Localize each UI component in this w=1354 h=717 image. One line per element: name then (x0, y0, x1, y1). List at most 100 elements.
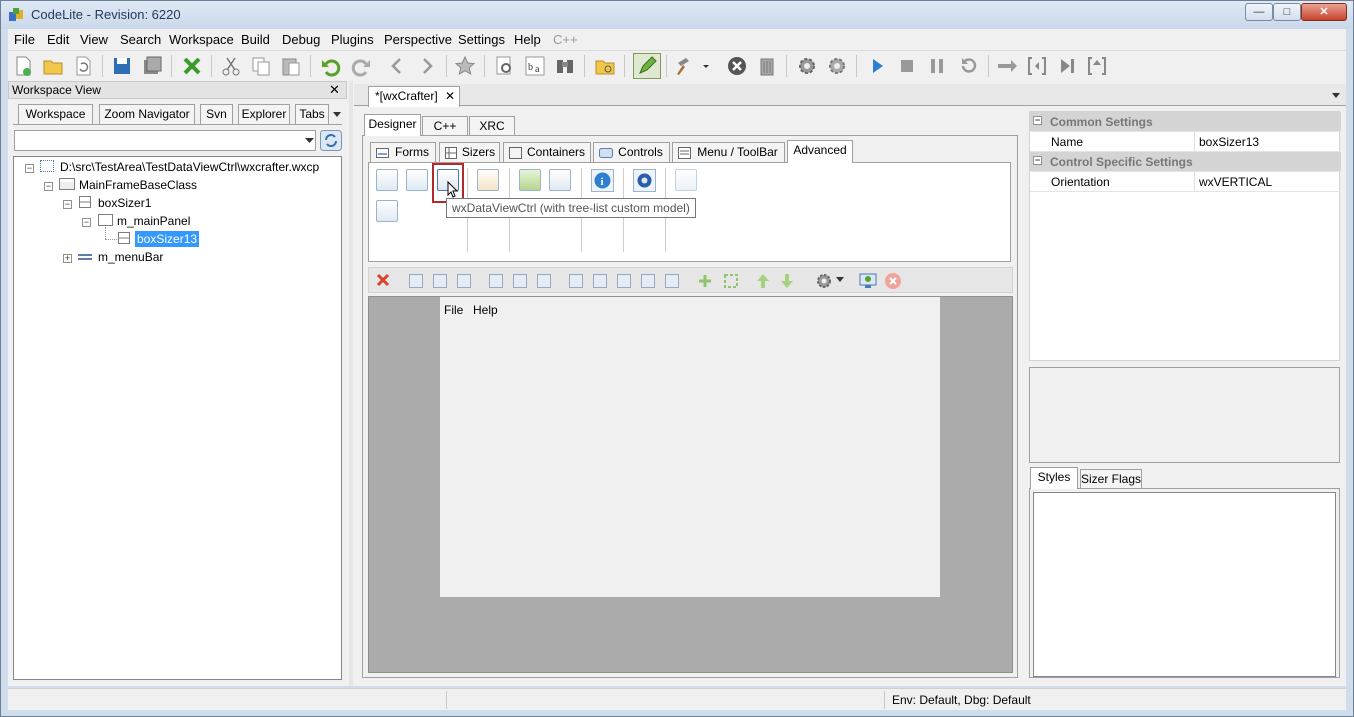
property-grid[interactable]: − Common Settings Name boxSizer13 − Cont… (1029, 111, 1341, 361)
stop-debug-icon[interactable] (896, 55, 918, 77)
tab-sizer-flags[interactable]: Sizer Flags (1080, 469, 1142, 489)
build-hammer-icon[interactable] (674, 55, 696, 77)
category-expander-icon[interactable]: − (1033, 156, 1042, 165)
border-bottom-icon[interactable] (665, 274, 679, 288)
open-folder-icon[interactable] (42, 55, 64, 77)
info-icon[interactable]: i (591, 169, 614, 192)
tree-expander[interactable]: − (82, 218, 91, 227)
palette-tab-controls[interactable]: Controls (593, 142, 670, 162)
workspace-tree[interactable]: − D:\src\TestArea\TestDataViewCtrl\wxcra… (13, 156, 342, 680)
find-icon[interactable] (494, 55, 516, 77)
tree-expander[interactable]: − (63, 200, 72, 209)
palette-tab-sizers[interactable]: Sizers (439, 142, 500, 162)
palette-tab-forms[interactable]: Forms (370, 142, 436, 162)
maximize-button[interactable]: □ (1273, 3, 1301, 21)
tab-xrc[interactable]: XRC (469, 116, 515, 136)
property-value[interactable]: boxSizer13 (1199, 135, 1259, 149)
close-file-icon[interactable] (181, 55, 203, 77)
palette-item-icon[interactable] (406, 169, 428, 191)
tab-zoom-navigator[interactable]: Zoom Navigator (99, 104, 195, 124)
splitter[interactable] (349, 81, 353, 686)
save-icon[interactable] (111, 55, 133, 77)
tree-node-boxsizer13-selected[interactable]: boxSizer13 (135, 231, 200, 247)
tree-node-menubar[interactable]: m_menuBar (98, 250, 163, 264)
align-center-icon[interactable] (433, 274, 447, 288)
palette-item-icon[interactable] (376, 169, 398, 191)
close-window-button[interactable]: ✕ (1301, 3, 1347, 21)
undo-icon[interactable] (320, 55, 342, 77)
step-out-icon[interactable] (1086, 55, 1108, 77)
step-over-icon[interactable] (1056, 55, 1078, 77)
find-replace-icon[interactable]: ba (524, 55, 546, 77)
chevron-down-icon[interactable] (700, 55, 712, 77)
tree-node-project[interactable]: D:\src\TestArea\TestDataViewCtrl\wxcraft… (60, 160, 319, 174)
restart-icon[interactable] (958, 55, 980, 77)
tab-explorer[interactable]: Explorer (238, 104, 290, 124)
align-bottom-icon[interactable] (537, 274, 551, 288)
tab-styles[interactable]: Styles (1030, 467, 1078, 489)
new-file-icon[interactable] (12, 55, 34, 77)
tree-expander[interactable]: + (63, 254, 72, 263)
palette-item-icon[interactable] (675, 169, 697, 191)
palette-tab-containers[interactable]: Containers (503, 142, 591, 162)
palette-tab-advanced[interactable]: Advanced (787, 140, 853, 163)
redo-icon[interactable] (350, 55, 372, 77)
close-tab-icon[interactable]: ✕ (445, 87, 455, 106)
back-icon[interactable] (386, 55, 408, 77)
category-expander-icon[interactable]: − (1033, 116, 1042, 125)
menu-workspace[interactable]: Workspace (169, 32, 234, 47)
tabs-dropdown-icon[interactable] (1330, 90, 1342, 100)
clean-bin-icon[interactable] (756, 55, 778, 77)
palette-item-icon[interactable] (519, 169, 541, 191)
tab-tabs[interactable]: Tabs (295, 104, 329, 124)
menu-edit[interactable]: Edit (47, 32, 69, 47)
media-ctrl-icon[interactable] (633, 169, 656, 192)
palette-item-icon[interactable] (376, 200, 398, 222)
delete-red-x-icon[interactable] (375, 272, 391, 288)
align-top-icon[interactable] (489, 274, 503, 288)
move-down-arrow-icon[interactable] (780, 273, 794, 289)
border-right-icon[interactable] (641, 274, 655, 288)
align-right-icon[interactable] (457, 274, 471, 288)
preview-icon[interactable] (859, 272, 877, 290)
stop-build-icon[interactable] (726, 55, 748, 77)
tree-expander[interactable]: − (44, 182, 53, 191)
tabs-dropdown-icon[interactable] (331, 109, 343, 119)
chevron-down-icon[interactable] (836, 277, 844, 283)
form-menu-help[interactable]: Help (473, 303, 498, 317)
menu-search[interactable]: Search (120, 32, 161, 47)
styles-list[interactable] (1033, 492, 1336, 677)
cut-icon[interactable] (220, 55, 242, 77)
menu-view[interactable]: View (80, 32, 108, 47)
open-resource-icon[interactable] (594, 55, 616, 77)
minimize-button[interactable]: — (1245, 3, 1273, 21)
menu-file[interactable]: File (14, 32, 35, 47)
expand-icon[interactable] (697, 273, 713, 289)
stretch-icon[interactable] (723, 273, 739, 289)
align-left-icon[interactable] (409, 274, 423, 288)
palette-item-icon[interactable] (477, 169, 499, 191)
menu-plugins[interactable]: Plugins (331, 32, 374, 47)
property-row[interactable]: Name boxSizer13 (1030, 132, 1341, 152)
settings-gear-icon[interactable] (815, 272, 833, 290)
property-value[interactable]: wxVERTICAL (1199, 175, 1272, 189)
bookmark-star-icon[interactable] (454, 55, 476, 77)
menu-perspective[interactable]: Perspective (384, 32, 452, 47)
palette-tab-menu-toolbar[interactable]: Menu / ToolBar (672, 142, 785, 162)
property-row[interactable]: Orientation wxVERTICAL (1030, 172, 1341, 192)
save-all-icon[interactable] (141, 55, 163, 77)
copy-icon[interactable] (250, 55, 272, 77)
menu-help[interactable]: Help (514, 32, 541, 47)
pause-icon[interactable] (926, 55, 948, 77)
border-all-icon[interactable] (569, 274, 583, 288)
close-panel-icon[interactable]: ✕ (329, 82, 340, 98)
border-top-icon[interactable] (617, 274, 631, 288)
run-debug-play-icon[interactable] (866, 55, 888, 77)
step-in-icon[interactable] (1026, 55, 1048, 77)
move-up-arrow-icon[interactable] (756, 273, 770, 289)
palette-item-icon[interactable] (549, 169, 571, 191)
close-preview-icon[interactable] (884, 272, 902, 290)
form-menu-file[interactable]: File (444, 303, 463, 317)
project-selector-combo[interactable] (14, 130, 316, 151)
tree-node-boxsizer1[interactable]: boxSizer1 (98, 196, 151, 210)
